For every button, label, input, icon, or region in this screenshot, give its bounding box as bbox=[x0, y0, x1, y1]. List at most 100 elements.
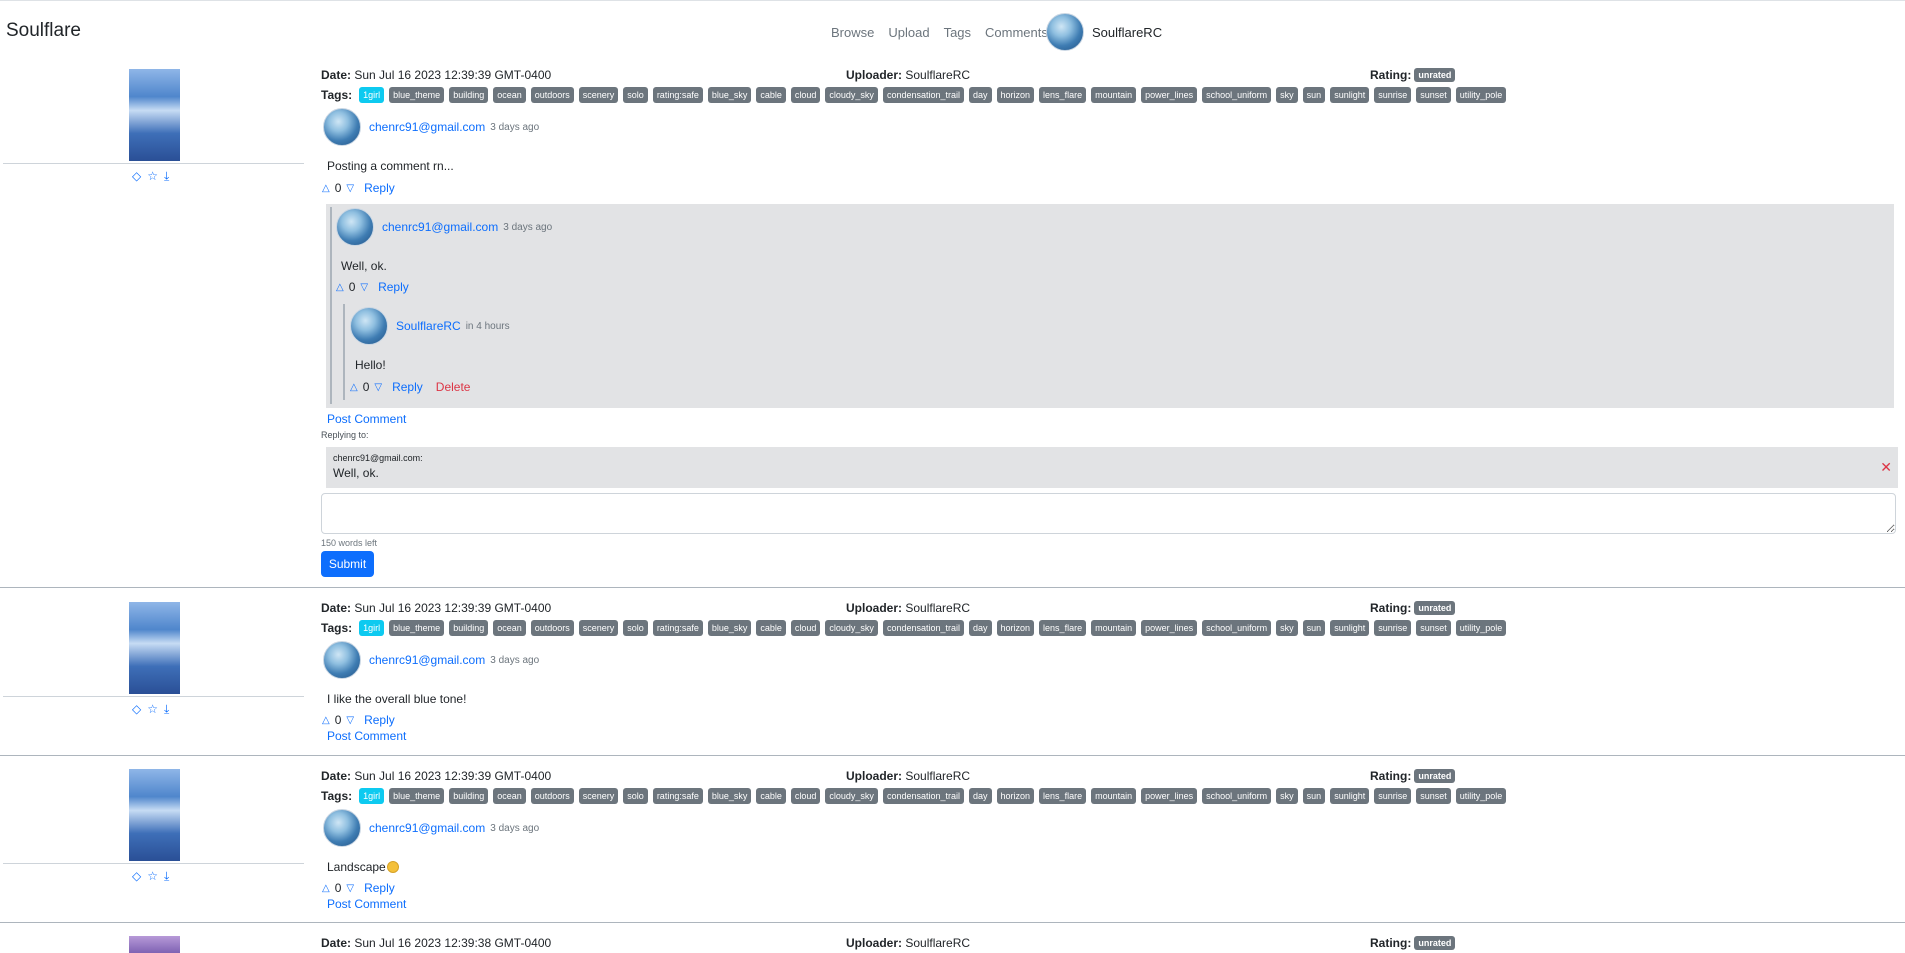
tag-badge[interactable]: lens_flare bbox=[1039, 788, 1087, 804]
tag-badge[interactable]: 1girl bbox=[359, 620, 385, 636]
upvote-icon[interactable]: △ bbox=[322, 715, 330, 726]
tag-badge[interactable]: cloud bbox=[790, 620, 821, 636]
nav-tags-link[interactable]: Tags bbox=[944, 25, 971, 40]
tag-badge[interactable]: blue_sky bbox=[707, 620, 752, 636]
tag-badge[interactable]: sunlight bbox=[1330, 87, 1370, 103]
comment-input[interactable] bbox=[321, 493, 1896, 534]
nav-comments-link[interactable]: Comments bbox=[985, 25, 1048, 40]
tag-badge[interactable]: condensation_trail bbox=[882, 620, 964, 636]
tag-badge[interactable]: sunrise bbox=[1374, 788, 1412, 804]
downvote-icon[interactable]: ▽ bbox=[374, 382, 382, 393]
tag-badge[interactable]: condensation_trail bbox=[882, 87, 964, 103]
tag-badge[interactable]: building bbox=[449, 620, 489, 636]
tag-badge[interactable]: mountain bbox=[1091, 788, 1137, 804]
tag-badge[interactable]: mountain bbox=[1091, 87, 1137, 103]
tag-badge[interactable]: scenery bbox=[578, 87, 619, 103]
user-name[interactable]: SoulflareRC bbox=[1092, 25, 1162, 40]
tag-badge[interactable]: sunrise bbox=[1374, 87, 1412, 103]
tag-badge[interactable]: power_lines bbox=[1141, 788, 1198, 804]
tag-badge[interactable]: sunset bbox=[1416, 620, 1451, 636]
upvote-icon[interactable]: △ bbox=[350, 382, 358, 393]
post-comment-link[interactable]: Post Comment bbox=[327, 412, 406, 426]
tag-badge[interactable]: cloud bbox=[790, 87, 821, 103]
tag-badge[interactable]: cable bbox=[756, 788, 786, 804]
nav-browse-link[interactable]: Browse bbox=[831, 25, 874, 40]
tag-badge[interactable]: horizon bbox=[996, 788, 1035, 804]
tag-badge[interactable]: sky bbox=[1276, 87, 1298, 103]
post-comment-link[interactable]: Post Comment bbox=[327, 897, 406, 911]
tag-badge[interactable]: sky bbox=[1276, 788, 1298, 804]
tag-badge[interactable]: mountain bbox=[1091, 620, 1137, 636]
tag-badge[interactable]: blue_theme bbox=[389, 620, 445, 636]
commenter-avatar[interactable] bbox=[323, 108, 361, 146]
tag-badge[interactable]: cable bbox=[756, 87, 786, 103]
delete-link[interactable]: Delete bbox=[436, 380, 471, 394]
tag-badge[interactable]: cloud bbox=[790, 788, 821, 804]
tag-badge[interactable]: sunrise bbox=[1374, 620, 1412, 636]
commenter-avatar[interactable] bbox=[323, 809, 361, 847]
downvote-icon[interactable]: ▽ bbox=[360, 282, 368, 293]
tag-badge[interactable]: horizon bbox=[996, 620, 1035, 636]
tag-badge[interactable]: sunset bbox=[1416, 87, 1451, 103]
reply-link[interactable]: Reply bbox=[364, 881, 395, 895]
post-2-thumbnail[interactable] bbox=[129, 602, 180, 694]
user-menu[interactable]: SoulflareRC bbox=[1046, 13, 1162, 51]
tag-badge[interactable]: power_lines bbox=[1141, 87, 1198, 103]
tag-badge[interactable]: ocean bbox=[493, 620, 526, 636]
nested-reply-author-link[interactable]: SoulflareRC bbox=[396, 319, 461, 333]
reply-author-link[interactable]: chenrc91@gmail.com bbox=[382, 220, 498, 234]
tag-badge[interactable]: sky bbox=[1276, 620, 1298, 636]
tag-badge[interactable]: outdoors bbox=[530, 87, 574, 103]
favorite-star-icon[interactable]: ☆ bbox=[147, 869, 158, 884]
tag-badge[interactable]: cable bbox=[756, 620, 786, 636]
reply-link[interactable]: Reply bbox=[392, 380, 423, 394]
tag-badge[interactable]: 1girl bbox=[359, 87, 385, 103]
commenter-avatar[interactable] bbox=[350, 307, 388, 345]
tag-badge[interactable]: ocean bbox=[493, 788, 526, 804]
tag-badge[interactable]: ocean bbox=[493, 87, 526, 103]
upvote-icon[interactable]: △ bbox=[322, 183, 330, 194]
downvote-icon[interactable]: ▽ bbox=[346, 715, 354, 726]
tag-badge[interactable]: day bbox=[969, 788, 992, 804]
post-4-thumbnail[interactable] bbox=[129, 936, 180, 953]
post-comment-link[interactable]: Post Comment bbox=[327, 729, 406, 743]
tag-badge[interactable]: scenery bbox=[578, 788, 619, 804]
tag-badge[interactable]: sun bbox=[1302, 620, 1326, 636]
user-avatar[interactable] bbox=[1046, 13, 1084, 51]
tag-badge[interactable]: day bbox=[969, 620, 992, 636]
tag-badge[interactable]: blue_theme bbox=[389, 87, 445, 103]
favorite-star-icon[interactable]: ☆ bbox=[147, 702, 158, 717]
tag-badge[interactable]: outdoors bbox=[530, 788, 574, 804]
download-icon[interactable]: ⤓ bbox=[164, 169, 169, 184]
tag-badge[interactable]: cloudy_sky bbox=[825, 87, 878, 103]
tag-badge[interactable]: lens_flare bbox=[1039, 620, 1087, 636]
reply-link[interactable]: Reply bbox=[364, 181, 395, 195]
comment-author-link[interactable]: chenrc91@gmail.com bbox=[369, 120, 485, 134]
tag-badge[interactable]: utility_pole bbox=[1455, 620, 1507, 636]
tag-badge[interactable]: solo bbox=[623, 87, 648, 103]
tag-badge[interactable]: school_uniform bbox=[1202, 620, 1272, 636]
tag-icon[interactable]: ◇ bbox=[132, 869, 141, 884]
downvote-icon[interactable]: ▽ bbox=[346, 183, 354, 194]
commenter-avatar[interactable] bbox=[336, 208, 374, 246]
upvote-icon[interactable]: △ bbox=[336, 282, 344, 293]
post-3-thumbnail[interactable] bbox=[129, 769, 180, 861]
tag-badge[interactable]: sun bbox=[1302, 788, 1326, 804]
tag-badge[interactable]: blue_sky bbox=[707, 87, 752, 103]
downvote-icon[interactable]: ▽ bbox=[346, 883, 354, 894]
submit-button[interactable]: Submit bbox=[321, 551, 374, 577]
tag-badge[interactable]: building bbox=[449, 788, 489, 804]
tag-badge[interactable]: outdoors bbox=[530, 620, 574, 636]
tag-badge[interactable]: condensation_trail bbox=[882, 788, 964, 804]
post-1-thumbnail[interactable] bbox=[129, 69, 180, 161]
tag-badge[interactable]: cloudy_sky bbox=[825, 788, 878, 804]
tag-badge[interactable]: power_lines bbox=[1141, 620, 1198, 636]
tag-badge[interactable]: day bbox=[969, 87, 992, 103]
close-icon[interactable]: ✕ bbox=[1880, 459, 1892, 476]
tag-badge[interactable]: rating:safe bbox=[652, 788, 703, 804]
tag-badge[interactable]: scenery bbox=[578, 620, 619, 636]
tag-badge[interactable]: sunlight bbox=[1330, 788, 1370, 804]
tag-badge[interactable]: rating:safe bbox=[652, 87, 703, 103]
nav-upload-link[interactable]: Upload bbox=[888, 25, 929, 40]
tag-icon[interactable]: ◇ bbox=[132, 702, 141, 717]
